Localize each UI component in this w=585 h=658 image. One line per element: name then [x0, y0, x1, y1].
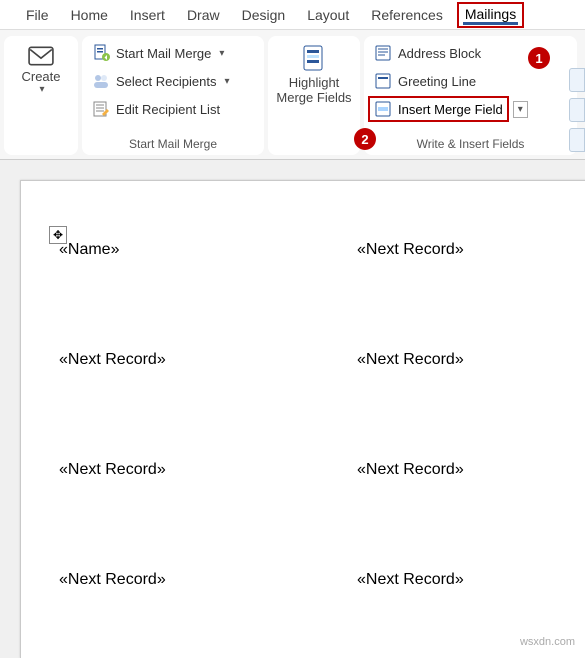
merge-field-name[interactable]: «Name» — [59, 241, 307, 259]
insert-merge-field-icon — [374, 100, 392, 118]
group-label-highlight-spacer — [312, 106, 315, 126]
clipped-button-1[interactable] — [569, 68, 585, 92]
tab-insert[interactable]: Insert — [122, 3, 173, 27]
labels-table: «Name» «Next Record» «Next Record» «Next… — [21, 219, 585, 589]
group-label-write-insert: Write & Insert Fields — [368, 135, 573, 155]
merge-field-next-record[interactable]: «Next Record» — [307, 241, 555, 259]
table-move-handle[interactable]: ✥ — [49, 226, 67, 244]
edit-recipient-list-label: Edit Recipient List — [116, 102, 220, 117]
create-button[interactable]: Create ▾ — [8, 40, 74, 99]
merge-field-next-record[interactable]: «Next Record» — [307, 571, 555, 589]
tab-file[interactable]: File — [18, 3, 57, 27]
greeting-line-label: Greeting Line — [398, 74, 476, 89]
greeting-line-icon — [374, 72, 392, 90]
insert-merge-field-label: Insert Merge Field — [398, 102, 503, 117]
merge-field-next-record[interactable]: «Next Record» — [307, 351, 555, 369]
chevron-down-icon: ▾ — [39, 84, 44, 95]
callout-badge-2: 2 — [354, 128, 376, 150]
highlight-icon — [300, 44, 328, 74]
highlight-merge-fields-label: Highlight Merge Fields — [272, 76, 356, 106]
create-label: Create — [21, 70, 60, 84]
edit-recipient-list-button[interactable]: Edit Recipient List — [86, 96, 260, 122]
ribbon-group-start-mail-merge: Start Mail Merge ▾ Select Recipients ▾ E… — [82, 36, 264, 155]
tab-home[interactable]: Home — [63, 3, 116, 27]
ribbon-group-highlight: Highlight Merge Fields — [268, 36, 360, 155]
insert-merge-field-dropdown[interactable]: ▾ — [513, 101, 528, 118]
edit-list-icon — [92, 100, 110, 118]
start-mail-merge-button[interactable]: Start Mail Merge ▾ — [86, 40, 260, 66]
select-recipients-label: Select Recipients — [116, 74, 216, 89]
chevron-down-icon: ▾ — [224, 76, 229, 87]
merge-field-next-record[interactable]: «Next Record» — [59, 461, 307, 479]
ribbon: Create ▾ Start Mail Merge ▾ Select Recip… — [0, 30, 585, 160]
merge-field-next-record[interactable]: «Next Record» — [59, 571, 307, 589]
clipped-button-3[interactable] — [569, 128, 585, 152]
start-mail-merge-label: Start Mail Merge — [116, 46, 211, 61]
group-label-create — [8, 135, 74, 155]
insert-merge-field-button[interactable]: Insert Merge Field — [368, 96, 509, 122]
callout-badge-1: 1 — [528, 47, 550, 69]
tab-design[interactable]: Design — [234, 3, 294, 27]
ribbon-overflow-icons — [569, 68, 585, 152]
document-page: ✥ «Name» «Next Record» «Next Record» «Ne… — [20, 180, 585, 658]
merge-field-next-record[interactable]: «Next Record» — [59, 351, 307, 369]
move-icon: ✥ — [53, 228, 63, 242]
document-icon — [92, 44, 110, 62]
ribbon-tabs: File Home Insert Draw Design Layout Refe… — [0, 0, 585, 30]
envelope-icon — [28, 46, 54, 66]
highlight-merge-fields-button[interactable]: Highlight Merge Fields — [268, 40, 360, 106]
tab-mailings[interactable]: Mailings — [457, 2, 524, 28]
address-block-icon — [374, 44, 392, 62]
group-label-start-mail-merge: Start Mail Merge — [86, 135, 260, 155]
address-block-label: Address Block — [398, 46, 481, 61]
chevron-down-icon: ▾ — [219, 48, 224, 59]
watermark: wsxdn.com — [520, 636, 575, 648]
tab-layout[interactable]: Layout — [299, 3, 357, 27]
ribbon-group-create: Create ▾ — [4, 36, 78, 155]
chevron-down-icon: ▾ — [518, 104, 523, 115]
recipients-icon — [92, 72, 110, 90]
merge-field-next-record[interactable]: «Next Record» — [307, 461, 555, 479]
clipped-button-2[interactable] — [569, 98, 585, 122]
tab-draw[interactable]: Draw — [179, 3, 228, 27]
select-recipients-button[interactable]: Select Recipients ▾ — [86, 68, 260, 94]
tab-references[interactable]: References — [363, 3, 451, 27]
greeting-line-button[interactable]: Greeting Line — [368, 68, 573, 94]
